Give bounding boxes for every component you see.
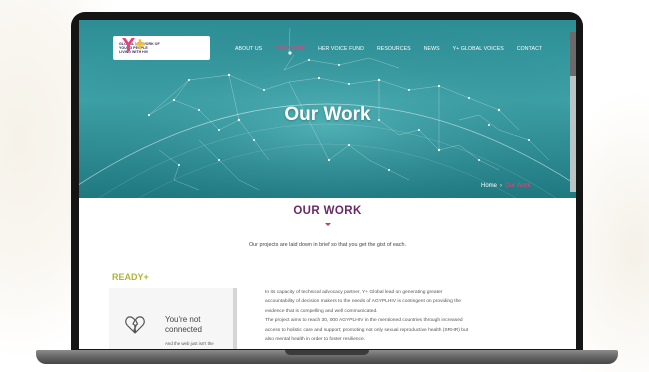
nav-resources[interactable]: RESOURCES <box>377 46 411 52</box>
title-down-arrow-icon <box>325 223 331 226</box>
nav-about-us[interactable]: ABOUT US <box>235 46 262 52</box>
offline-title: You're not connected <box>165 315 202 335</box>
offline-title-line-2: connected <box>165 325 202 334</box>
paragraph-line: The project aims to reach 30, 000 AGYPLH… <box>265 318 463 324</box>
breadcrumb-home[interactable]: Home <box>481 183 497 189</box>
nav-our-work[interactable]: OUR WORK <box>275 46 305 52</box>
paragraph-line: accountability of decision makers to the… <box>265 299 462 305</box>
laptop-notch <box>285 350 369 355</box>
hero-title: Our Work <box>284 104 371 125</box>
embedded-content-offline: You're not connected And the web just is… <box>109 288 237 349</box>
program-heading: READY+ <box>112 272 149 282</box>
broken-heart-icon <box>125 316 145 334</box>
intro-text: Our projects are laid down in brief so t… <box>248 242 406 248</box>
paragraph-line: access to holistic care and support; pro… <box>265 327 469 333</box>
laptop-screen: GLOBAL NETWORK OF YOUNG PEOPLE LIVING WI… <box>79 20 576 349</box>
breadcrumb-separator: › <box>500 183 503 189</box>
offline-title-line-1: You're not <box>165 315 201 324</box>
paragraph-line: also mental health in order to foster re… <box>265 337 366 343</box>
breadcrumb: Home › Our Work <box>481 183 531 189</box>
nav-her-voice-fund[interactable]: HER VOICE FUND <box>318 46 364 52</box>
nav-contact[interactable]: CONTACT <box>517 46 542 52</box>
paragraph-line: In its capacity of technical advocacy pa… <box>265 290 443 295</box>
hero-banner: GLOBAL NETWORK OF YOUNG PEOPLE LIVING WI… <box>79 20 576 198</box>
offline-card-divider <box>233 288 237 349</box>
breadcrumb-current: Our Work <box>505 183 531 189</box>
nav-global-voices[interactable]: Y+ GLOBAL VOICES <box>453 46 504 52</box>
site-logo[interactable]: GLOBAL NETWORK OF YOUNG PEOPLE LIVING WI… <box>113 36 210 60</box>
offline-subtitle: And the web just isn't the <box>165 341 214 346</box>
nav-news[interactable]: NEWS <box>424 46 440 52</box>
page-scrollbar-thumb[interactable] <box>570 32 576 76</box>
paragraph-line: evidence that is compelling and well com… <box>265 308 378 314</box>
program-description: In its capacity of technical advocacy pa… <box>265 288 550 344</box>
y-plus-logo-icon <box>122 38 145 51</box>
section-title: OUR WORK <box>293 205 362 217</box>
main-nav: ABOUT US OUR WORK HER VOICE FUND RESOURC… <box>235 46 555 52</box>
